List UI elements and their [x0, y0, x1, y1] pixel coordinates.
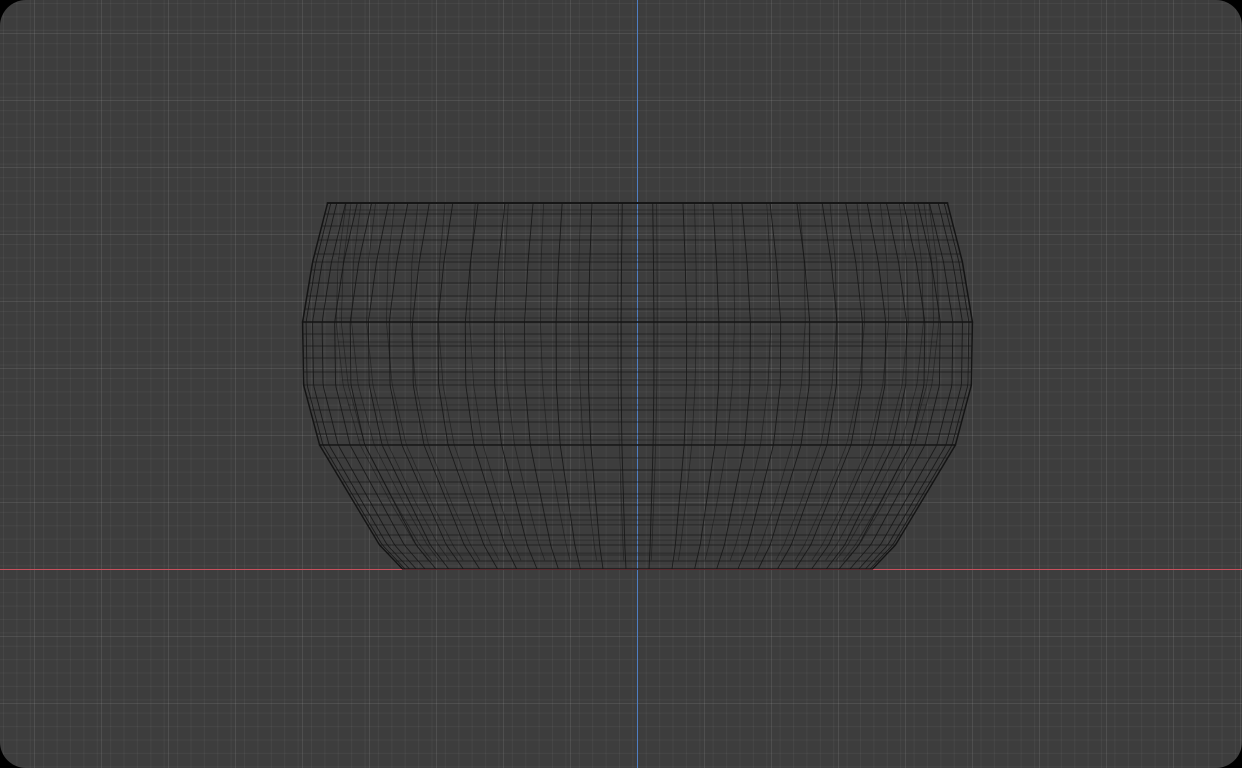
inner-wall-edge — [846, 202, 940, 561]
inner-wall-edge — [437, 202, 500, 561]
inner-wall-edge — [775, 202, 837, 561]
inner-wall-edge — [678, 202, 697, 561]
inner-wall-edge — [540, 202, 571, 561]
inner-wall-edge — [366, 202, 450, 561]
inner-wall-edge — [335, 202, 429, 561]
inner-wall-edge — [753, 202, 806, 561]
bowl-wireframe-mesh[interactable] — [0, 0, 1242, 768]
inner-wall-edge — [730, 202, 772, 561]
inner-wall-edge — [578, 202, 597, 561]
inner-wall-edge — [469, 202, 522, 561]
inner-wall-edge — [704, 202, 735, 561]
3d-viewport[interactable] — [0, 0, 1242, 768]
inner-wall-edge — [825, 202, 909, 561]
wireframe-edges — [301, 202, 974, 570]
inner-wall-edge — [503, 202, 545, 561]
